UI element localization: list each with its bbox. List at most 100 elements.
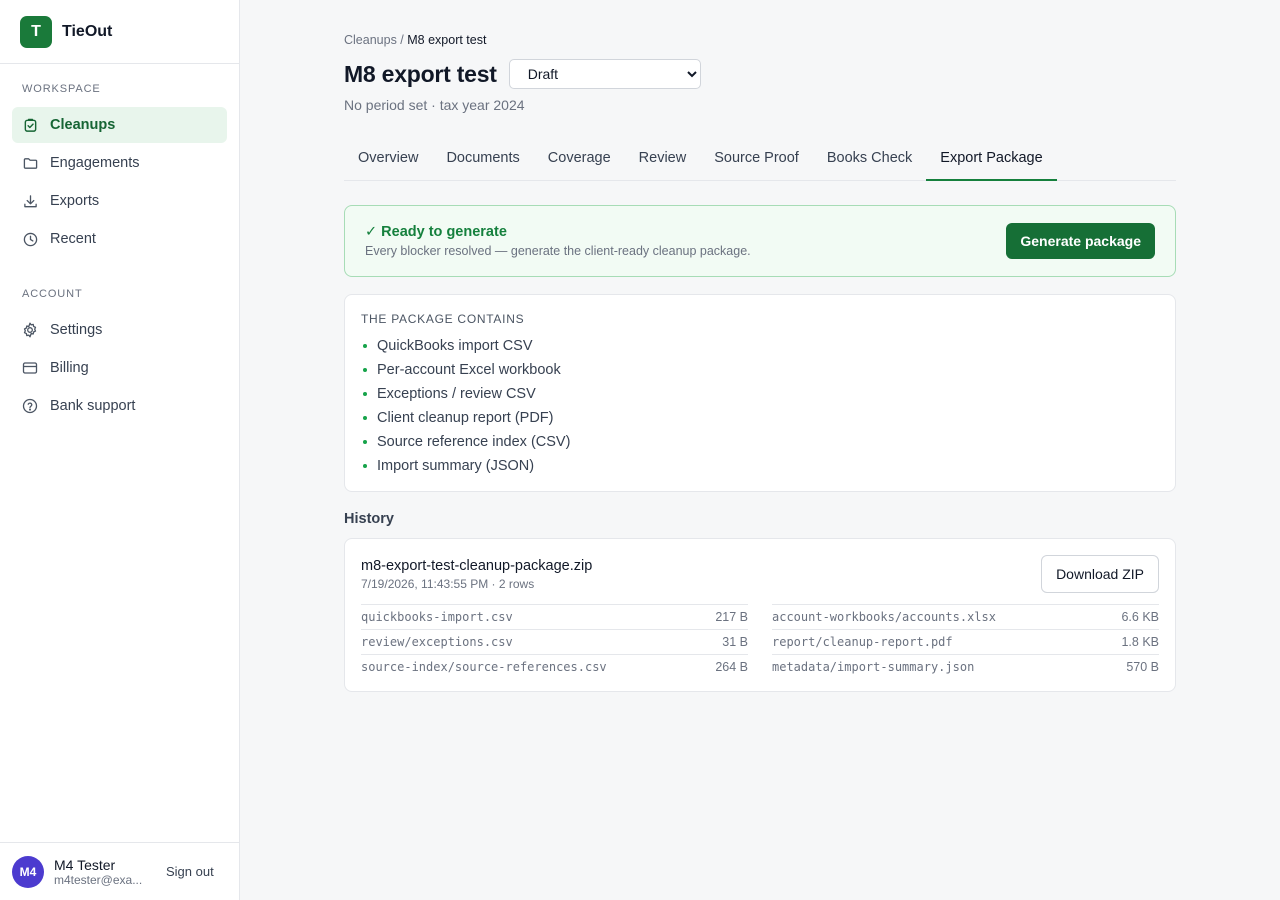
- ready-description: Every blocker resolved — generate the cl…: [365, 244, 751, 258]
- history-entry-card: m8-export-test-cleanup-package.zip 7/19/…: [344, 538, 1176, 692]
- list-item: Exceptions / review CSV: [361, 382, 1159, 406]
- brand-name: TieOut: [62, 22, 113, 40]
- ready-title: ✓ Ready to generate: [365, 224, 507, 240]
- user-name: M4 Tester: [54, 856, 116, 873]
- download-icon: [22, 193, 38, 209]
- package-file-meta: 7/19/2026, 11:43:55 PM · 2 rows: [361, 577, 535, 591]
- nav-workspace: WORKSPACE Cleanups Engagements Exports R…: [0, 82, 239, 257]
- bullet-dot-icon: [363, 416, 367, 420]
- tab-review[interactable]: Review: [625, 137, 701, 181]
- help-circle-icon: [22, 398, 38, 414]
- file-path: review/exceptions.csv: [361, 635, 513, 649]
- file-size: 31 B: [722, 635, 748, 649]
- sidebar-item-label: Cleanups: [50, 117, 116, 133]
- list-item: QuickBooks import CSV: [361, 334, 1159, 358]
- bullet-dot-icon: [363, 464, 367, 468]
- sidebar-item-label: Exports: [50, 193, 100, 209]
- tab-export-package[interactable]: Export Package: [926, 137, 1057, 181]
- package-contents-heading: THE PACKAGE CONTAINS: [361, 312, 525, 326]
- list-item-label: Client cleanup report (PDF): [377, 410, 554, 426]
- sidebar-item-cleanups[interactable]: Cleanups: [12, 107, 227, 143]
- list-item: Import summary (JSON): [361, 454, 1159, 478]
- file-row: account-workbooks/accounts.xlsx 6.6 KB: [772, 604, 1159, 629]
- file-size: 264 B: [715, 660, 748, 674]
- history-entry-info: m8-export-test-cleanup-package.zip 7/19/…: [361, 555, 592, 591]
- status-select[interactable]: Draft: [508, 59, 701, 89]
- sidebar-item-label: Engagements: [50, 155, 140, 171]
- file-path: quickbooks-import.csv: [361, 610, 513, 624]
- user-email: m4tester@exa...: [54, 872, 143, 887]
- tab-overview[interactable]: Overview: [344, 137, 432, 181]
- download-zip-button[interactable]: Download ZIP: [1041, 555, 1159, 593]
- file-path: report/cleanup-report.pdf: [772, 635, 953, 649]
- nav-heading-account: ACCOUNT: [22, 288, 83, 300]
- sidebar: T TieOut WORKSPACE Cleanups Engagements …: [0, 0, 240, 900]
- ready-banner: ✓ Ready to generate Every blocker resolv…: [344, 205, 1176, 277]
- list-item: Per-account Excel workbook: [361, 358, 1159, 382]
- file-path: account-workbooks/accounts.xlsx: [772, 610, 996, 624]
- sidebar-item-engagements[interactable]: Engagements: [12, 145, 227, 181]
- sidebar-item-label: Recent: [50, 231, 96, 247]
- generate-package-button[interactable]: Generate package: [1006, 223, 1155, 259]
- tab-source-proof[interactable]: Source Proof: [700, 137, 813, 181]
- user-bar: M4 M4 Tester m4tester@exa... Sign out: [0, 842, 239, 900]
- file-path: source-index/source-references.csv: [361, 660, 607, 674]
- file-size: 570 B: [1126, 660, 1159, 674]
- tab-books-check[interactable]: Books Check: [813, 137, 926, 181]
- breadcrumb-separator: /: [396, 33, 408, 47]
- history-entry-header: m8-export-test-cleanup-package.zip 7/19/…: [361, 555, 1159, 593]
- file-row: report/cleanup-report.pdf 1.8 KB: [772, 629, 1159, 654]
- main-content: Cleanups / M8 export test M8 export test…: [344, 0, 1176, 692]
- list-item-label: QuickBooks import CSV: [377, 338, 533, 354]
- breadcrumb-current: M8 export test: [407, 33, 487, 47]
- nav-heading-workspace: WORKSPACE: [22, 83, 101, 95]
- list-item-label: Import summary (JSON): [377, 458, 535, 474]
- file-row: review/exceptions.csv 31 B: [361, 629, 748, 654]
- brand-logo: T: [20, 15, 52, 48]
- gear-icon: [22, 322, 38, 338]
- file-row: quickbooks-import.csv 217 B: [361, 604, 748, 629]
- list-item: Source reference index (CSV): [361, 430, 1159, 454]
- bullet-dot-icon: [363, 344, 367, 348]
- page-subtitle: No period set · tax year 2024: [344, 97, 525, 113]
- package-file-name: m8-export-test-cleanup-package.zip: [361, 558, 593, 574]
- file-row: metadata/import-summary.json 570 B: [772, 654, 1159, 679]
- title-row: M8 export test Draft: [344, 59, 1176, 89]
- list-item: Client cleanup report (PDF): [361, 406, 1159, 430]
- sign-out-button[interactable]: Sign out: [166, 864, 214, 879]
- avatar[interactable]: M4: [12, 855, 44, 888]
- package-file-list: quickbooks-import.csv 217 B account-workb…: [361, 604, 1159, 679]
- bullet-dot-icon: [363, 440, 367, 444]
- sidebar-item-bank-support[interactable]: Bank support: [12, 388, 227, 424]
- list-item-label: Exceptions / review CSV: [377, 386, 536, 402]
- sidebar-item-settings[interactable]: Settings: [12, 312, 227, 348]
- breadcrumb-parent-link[interactable]: Cleanups: [344, 33, 397, 47]
- sidebar-item-label: Billing: [50, 360, 89, 376]
- page-title: M8 export test: [344, 60, 497, 87]
- user-info: M4 Tester m4tester@exa...: [54, 857, 150, 887]
- package-contents-card: THE PACKAGE CONTAINS QuickBooks import C…: [344, 294, 1176, 492]
- file-size: 1.8 KB: [1121, 635, 1159, 649]
- breadcrumb: Cleanups / M8 export test: [344, 33, 1176, 47]
- sidebar-item-recent[interactable]: Recent: [12, 221, 227, 257]
- ready-text: ✓ Ready to generate Every blocker resolv…: [365, 224, 1006, 258]
- tab-documents[interactable]: Documents: [432, 137, 533, 181]
- sidebar-item-label: Bank support: [50, 398, 136, 414]
- file-path: metadata/import-summary.json: [772, 660, 975, 674]
- clock-icon: [22, 231, 38, 247]
- folder-icon: [22, 155, 38, 171]
- file-size: 217 B: [715, 610, 748, 624]
- list-item-label: Per-account Excel workbook: [377, 362, 561, 378]
- file-row: source-index/source-references.csv 264 B: [361, 654, 748, 679]
- sidebar-item-label: Settings: [50, 322, 103, 338]
- tab-coverage[interactable]: Coverage: [534, 137, 625, 181]
- clipboard-check-icon: [22, 117, 38, 133]
- sidebar-item-billing[interactable]: Billing: [12, 350, 227, 386]
- tab-bar: Overview Documents Coverage Review Sourc…: [344, 137, 1176, 181]
- file-size: 6.6 KB: [1121, 610, 1159, 624]
- list-item-label: Source reference index (CSV): [377, 434, 571, 450]
- sidebar-item-exports[interactable]: Exports: [12, 183, 227, 219]
- brand[interactable]: T TieOut: [0, 0, 239, 64]
- package-contents-list: QuickBooks import CSV Per-account Excel …: [361, 334, 1159, 478]
- bullet-dot-icon: [363, 392, 367, 396]
